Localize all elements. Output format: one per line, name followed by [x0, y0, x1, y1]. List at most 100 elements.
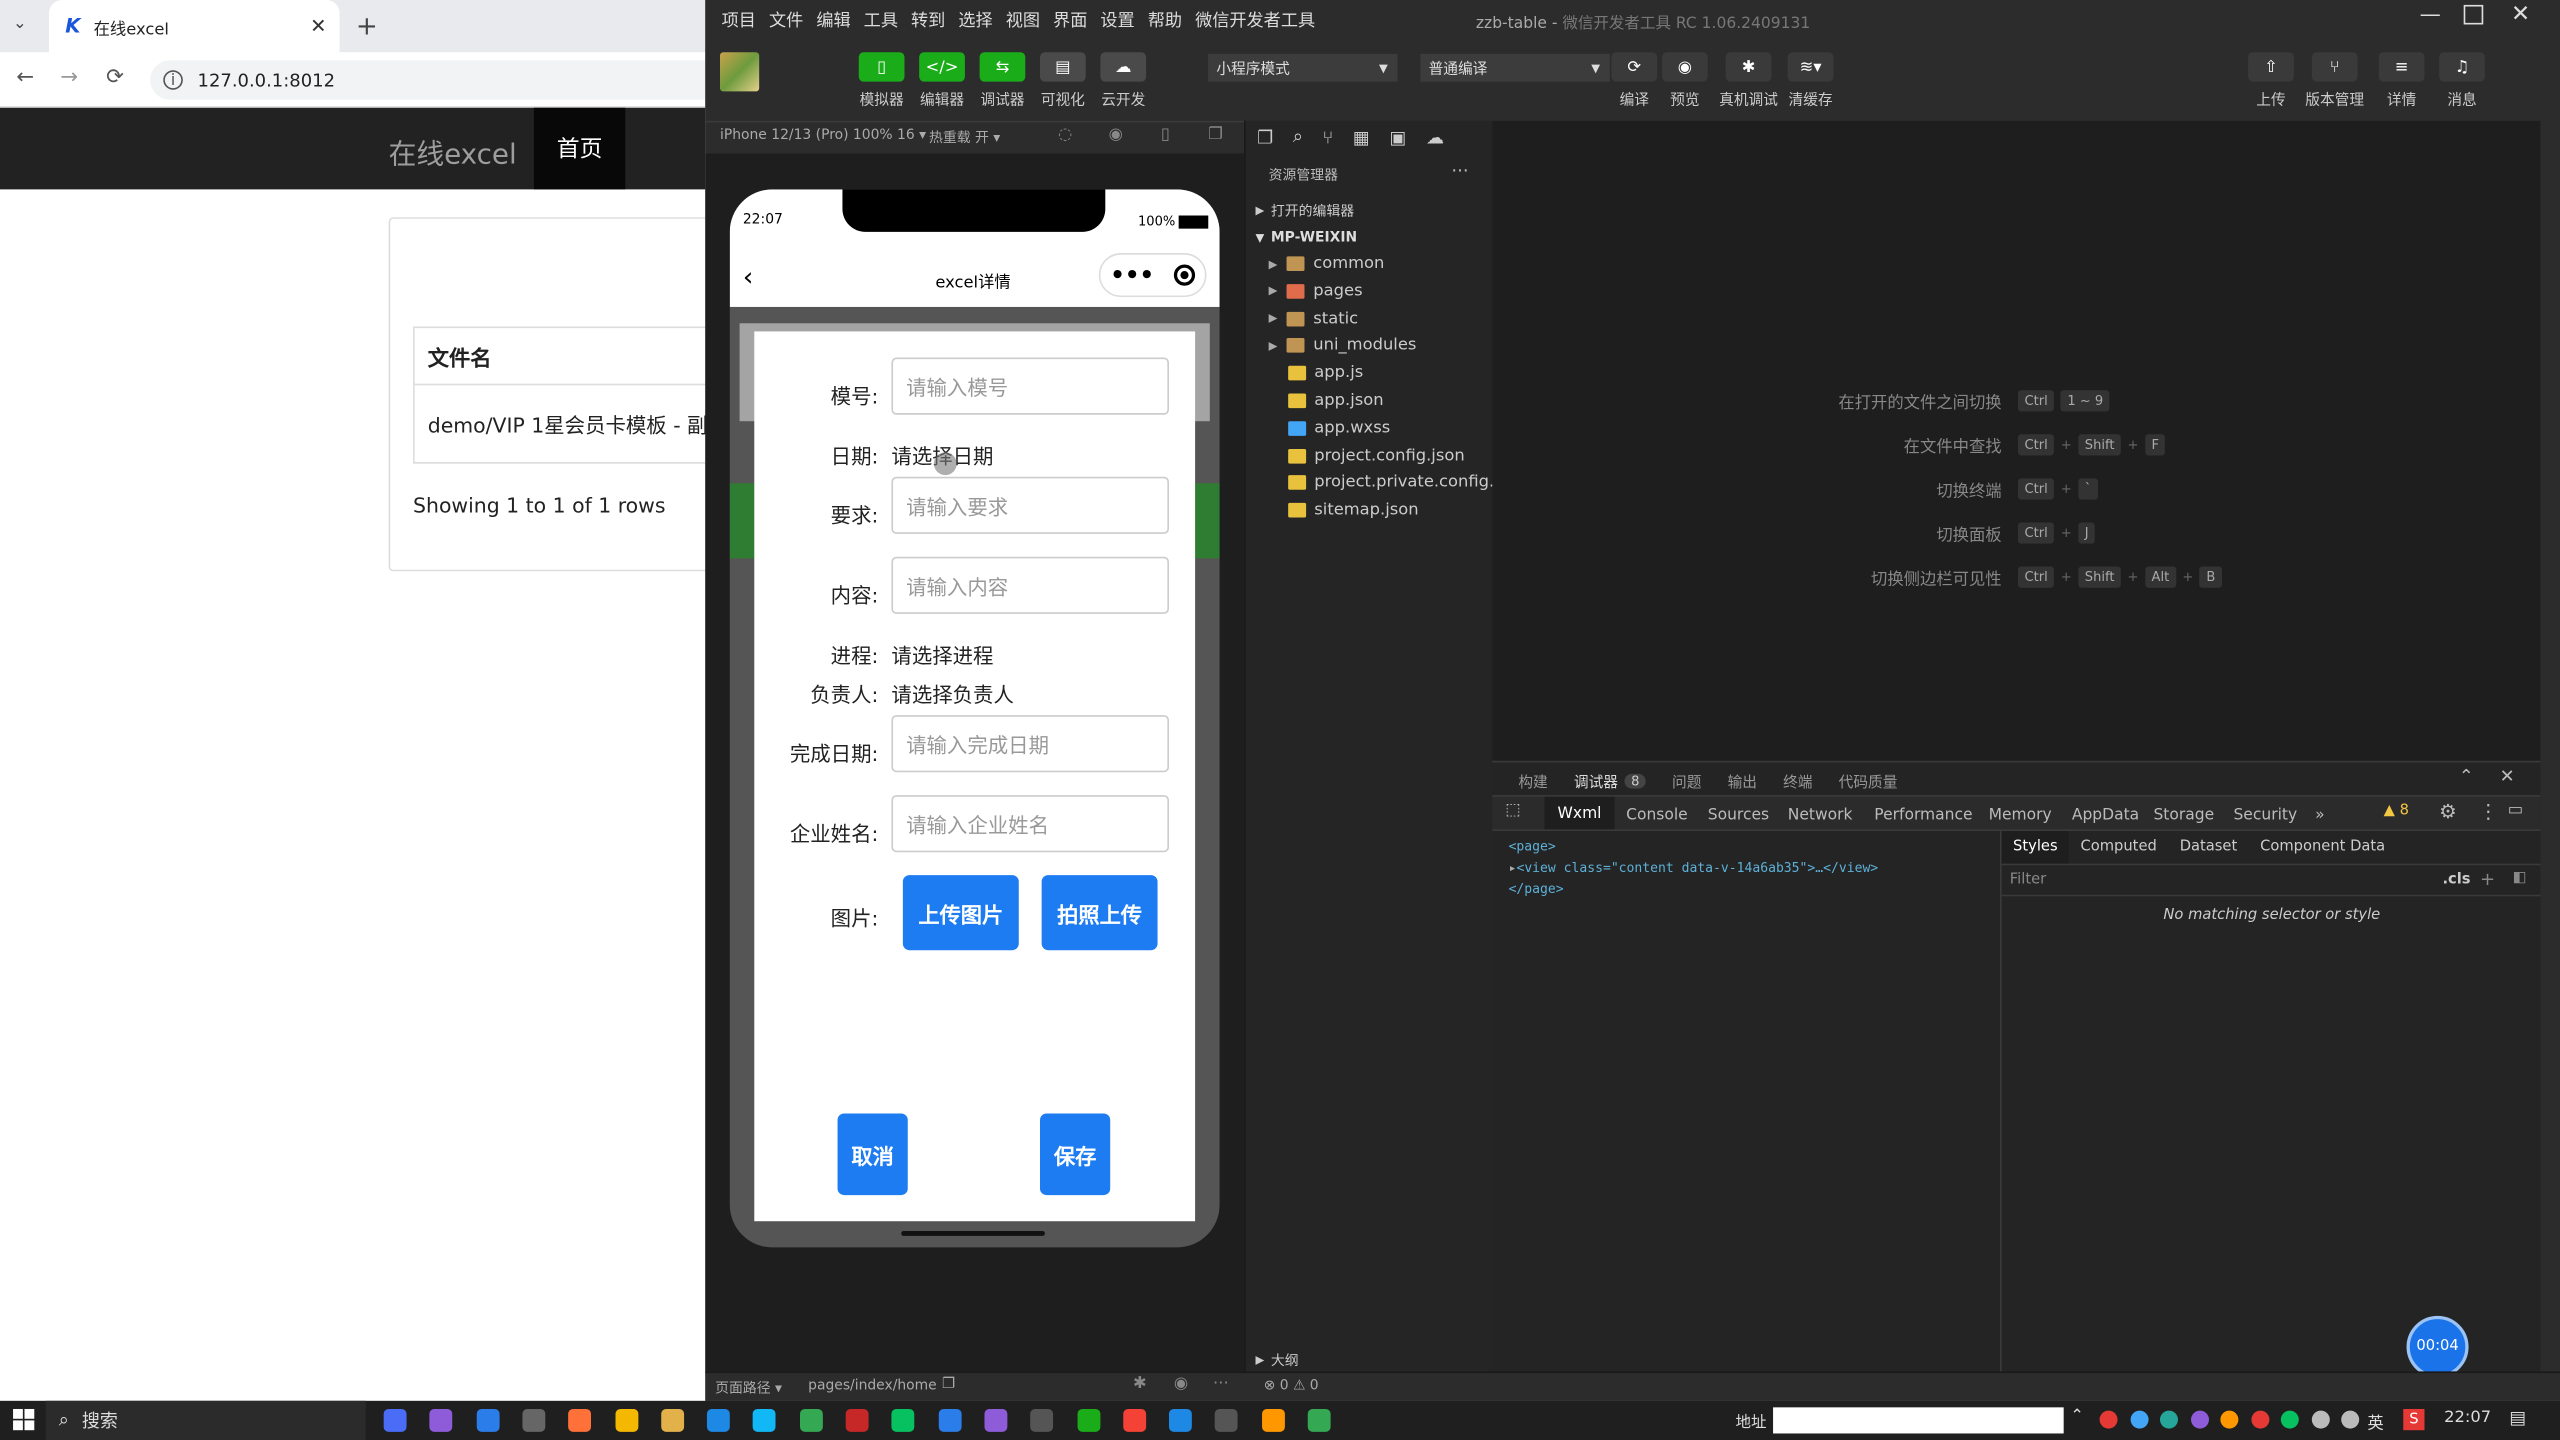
- taskbar-app-icon[interactable]: [1307, 1408, 1331, 1432]
- visual-toggle[interactable]: ▤: [1039, 52, 1086, 82]
- file-tree-item[interactable]: ▶ pages: [1269, 277, 1363, 305]
- menu-item[interactable]: 编辑: [816, 7, 850, 31]
- real-debug-button[interactable]: ✱: [1725, 52, 1772, 82]
- taskbar-app-icon[interactable]: [1215, 1408, 1239, 1432]
- menu-item[interactable]: 视图: [1006, 7, 1040, 31]
- devtools-tab[interactable]: Memory: [1989, 802, 2052, 828]
- styles-tab[interactable]: Dataset: [2168, 839, 2248, 855]
- taskbar-app-icon[interactable]: [1122, 1408, 1146, 1432]
- menu-item[interactable]: 工具: [864, 7, 898, 31]
- timer-badge[interactable]: 00:04: [2406, 1315, 2469, 1378]
- tray-icon[interactable]: [2190, 1410, 2209, 1429]
- compile-mode-select[interactable]: 普通编译 ▼: [1420, 53, 1610, 82]
- file-tree-item[interactable]: ▶ uni_modules: [1269, 332, 1417, 360]
- browser-tab[interactable]: K 在线excel ✕: [48, 0, 340, 53]
- taskbar-address-input[interactable]: [1773, 1407, 2064, 1434]
- taskbar-app-icon[interactable]: [614, 1408, 638, 1432]
- sogou-icon[interactable]: S: [2403, 1408, 2425, 1431]
- taskbar-app-icon[interactable]: [568, 1408, 592, 1432]
- tray-icon[interactable]: [2250, 1410, 2269, 1429]
- wxml-view-node[interactable]: ▸<view class="content data-v-14a6ab35">……: [1509, 857, 1879, 878]
- close-tab-icon[interactable]: ✕: [310, 15, 326, 38]
- taskbar-app-icon[interactable]: [753, 1408, 777, 1432]
- more-status-icon[interactable]: ···: [1213, 1375, 1229, 1393]
- taskbar-app-icon[interactable]: [707, 1408, 730, 1432]
- requirement-input[interactable]: 请输入要求: [891, 476, 1169, 534]
- notification-icon[interactable]: ▤: [2509, 1407, 2526, 1428]
- upload-image-button[interactable]: 上传图片: [902, 875, 1019, 951]
- simulator-toggle[interactable]: ▯: [858, 52, 905, 82]
- tray-icon[interactable]: [2311, 1410, 2329, 1429]
- tray-icon[interactable]: [2341, 1410, 2360, 1429]
- mode-select[interactable]: 小程序模式 ▼: [1208, 53, 1398, 82]
- owner-picker[interactable]: 请选择负责人: [891, 678, 1013, 709]
- taskbar-search[interactable]: ⌕ 搜索: [45, 1400, 366, 1440]
- tray-icon[interactable]: [2159, 1410, 2178, 1429]
- finish-date-input[interactable]: 请输入完成日期: [891, 715, 1169, 773]
- menu-item[interactable]: 微信开发者工具: [1195, 7, 1315, 31]
- files-icon[interactable]: ❐: [1257, 127, 1273, 148]
- devtools-tab[interactable]: Storage: [2153, 802, 2214, 828]
- new-tab-icon[interactable]: +: [356, 10, 378, 41]
- tab-list-chevron-icon[interactable]: ⌄: [13, 15, 27, 33]
- device-icon[interactable]: ▯: [1161, 126, 1170, 144]
- eye-status-icon[interactable]: ◉: [1174, 1375, 1188, 1393]
- file-tree-item[interactable]: app.wxss: [1288, 414, 1390, 442]
- taskbar-app-icon[interactable]: [891, 1408, 915, 1432]
- add-rule-icon[interactable]: +: [2480, 869, 2495, 890]
- file-tree-item[interactable]: project.private.config.js...: [1288, 469, 1523, 497]
- cls-toggle[interactable]: .cls: [2442, 872, 2470, 888]
- cloud-panel-icon[interactable]: ☁: [1426, 127, 1444, 148]
- devtools-tab[interactable]: »: [2315, 802, 2324, 828]
- avatar[interactable]: [719, 52, 760, 92]
- wxml-page-open[interactable]: <page>: [1509, 836, 1879, 857]
- devtools-tab[interactable]: Security: [2233, 802, 2297, 828]
- company-input[interactable]: 请输入企业姓名: [891, 795, 1169, 853]
- details-button[interactable]: ≡: [2378, 52, 2425, 82]
- taskbar-app-icon[interactable]: [522, 1408, 546, 1432]
- devtools-tab[interactable]: Wxml: [1544, 796, 1615, 830]
- camera-upload-button[interactable]: 拍照上传: [1041, 875, 1158, 951]
- close-mini-icon[interactable]: [1173, 264, 1196, 286]
- settings-gear-icon[interactable]: ⚙: [2439, 800, 2457, 823]
- inspect-element-icon[interactable]: ⬚: [1505, 802, 1520, 820]
- styles-tab[interactable]: Component Data: [2249, 839, 2397, 855]
- panel-tab[interactable]: 构建: [1518, 770, 1547, 791]
- device-select[interactable]: iPhone 12/13 (Pro) 100% 16 ▾: [720, 127, 926, 143]
- editor-toggle[interactable]: </>: [919, 52, 965, 82]
- bug-status-icon[interactable]: ✱: [1133, 1375, 1147, 1393]
- collapse-panel-icon[interactable]: ⌃: [2459, 766, 2474, 787]
- menu-item[interactable]: 设置: [1100, 7, 1134, 31]
- devtools-tab[interactable]: Performance: [1874, 802, 1972, 828]
- git-icon[interactable]: ⑂: [1323, 127, 1334, 148]
- preview-button[interactable]: ◉: [1662, 52, 1708, 82]
- open-editors-section[interactable]: ▶ 打开的编辑器: [1256, 199, 1355, 222]
- chevron-up-icon[interactable]: ⌃: [2070, 1407, 2084, 1425]
- extensions-icon[interactable]: ▣: [1389, 127, 1406, 148]
- cancel-button[interactable]: 取消: [837, 1113, 908, 1196]
- panel-tab[interactable]: 问题: [1672, 770, 1701, 791]
- more-dots-icon[interactable]: •••: [1110, 262, 1154, 288]
- table-row[interactable]: demo/VIP 1星会员卡模板 - 副: [413, 385, 707, 464]
- close-panel-icon[interactable]: ✕: [2500, 766, 2515, 787]
- devtools-tab[interactable]: Sources: [1708, 802, 1769, 828]
- file-tree-item[interactable]: ▶ static: [1269, 305, 1359, 333]
- clear-cache-button[interactable]: ≋▾: [1787, 52, 1834, 82]
- warning-icon[interactable]: ▲ 8: [2384, 803, 2409, 819]
- maximize-icon[interactable]: [2463, 4, 2484, 25]
- menu-item[interactable]: 选择: [958, 7, 992, 31]
- taskbar-app-icon[interactable]: [383, 1408, 407, 1432]
- menu-item[interactable]: 帮助: [1148, 7, 1182, 31]
- nav-home[interactable]: 首页: [533, 107, 626, 190]
- version-button[interactable]: ⑂: [2311, 52, 2358, 82]
- debug-panel-icon[interactable]: ▦: [1353, 127, 1370, 148]
- search-icon[interactable]: ⌕: [1293, 126, 1303, 149]
- site-brand[interactable]: 在线excel: [389, 131, 517, 172]
- debugger-toggle[interactable]: ⇆: [979, 52, 1026, 82]
- panel-tab[interactable]: 调试器: [1574, 770, 1618, 791]
- devtools-tab[interactable]: AppData: [2072, 802, 2139, 828]
- window-scrollbar[interactable]: [2540, 120, 2560, 1372]
- tray-icon[interactable]: [2280, 1410, 2299, 1429]
- menu-item[interactable]: 界面: [1053, 7, 1087, 31]
- taskbar-app-icon[interactable]: [845, 1408, 869, 1432]
